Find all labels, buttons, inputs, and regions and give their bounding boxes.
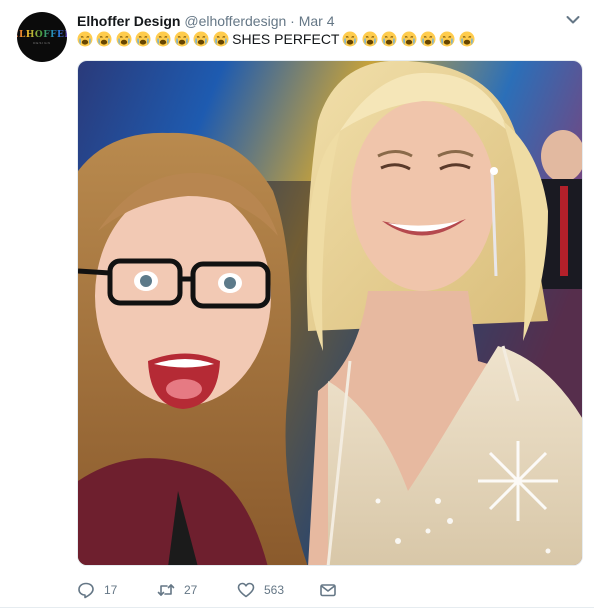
separator-dot: ·	[290, 13, 295, 29]
like-count: 563	[264, 583, 285, 597]
avatar-logo-subtext: DESIGN	[33, 40, 51, 45]
crying-face-emoji-icon	[439, 31, 455, 47]
crying-face-emoji-icon	[362, 31, 378, 47]
reply-count: 17	[104, 583, 118, 597]
reply-button[interactable]: 17	[77, 581, 157, 599]
tweet-date[interactable]: Mar 4	[299, 13, 335, 29]
heart-icon	[237, 582, 255, 598]
crying-face-emoji-icon	[381, 31, 397, 47]
envelope-icon	[320, 584, 336, 597]
author-name[interactable]: Elhoffer Design	[77, 13, 180, 29]
avatar[interactable]: ELHOFFER DESIGN	[17, 12, 67, 62]
retweet-icon	[157, 584, 175, 596]
crying-face-emoji-icon	[77, 31, 93, 47]
tweet-actions: 17 27 563	[77, 580, 337, 600]
crying-face-emoji-icon	[420, 31, 436, 47]
tweet-header: Elhoffer Design @elhofferdesign · Mar 4	[77, 12, 335, 30]
chevron-down-icon[interactable]	[566, 15, 580, 25]
author-handle[interactable]: @elhofferdesign	[184, 13, 286, 29]
like-button[interactable]: 563	[237, 581, 319, 599]
crying-face-emoji-icon	[193, 31, 209, 47]
tweet-photo[interactable]	[77, 60, 583, 566]
direct-message-button[interactable]	[319, 581, 337, 599]
crying-face-emoji-icon	[401, 31, 417, 47]
emoji-group-after	[342, 31, 478, 47]
tweet-text-body: SHES PERFECT	[232, 31, 340, 47]
tweet-text: SHES PERFECT	[77, 30, 478, 48]
retweet-button[interactable]: 27	[157, 581, 237, 599]
crying-face-emoji-icon	[174, 31, 190, 47]
reply-icon	[78, 582, 94, 599]
crying-face-emoji-icon	[135, 31, 151, 47]
avatar-logo-text: ELHOFFER	[17, 30, 67, 40]
crying-face-emoji-icon	[213, 31, 229, 47]
crying-face-emoji-icon	[96, 31, 112, 47]
crying-face-emoji-icon	[342, 31, 358, 47]
retweet-count: 27	[184, 583, 198, 597]
divider	[0, 607, 594, 608]
photo-image	[78, 61, 582, 565]
tweet-card[interactable]: ELHOFFER DESIGN Elhoffer Design @elhoffe…	[0, 0, 594, 610]
crying-face-emoji-icon	[459, 31, 475, 47]
emoji-group-before	[77, 31, 232, 47]
crying-face-emoji-icon	[116, 31, 132, 47]
crying-face-emoji-icon	[155, 31, 171, 47]
